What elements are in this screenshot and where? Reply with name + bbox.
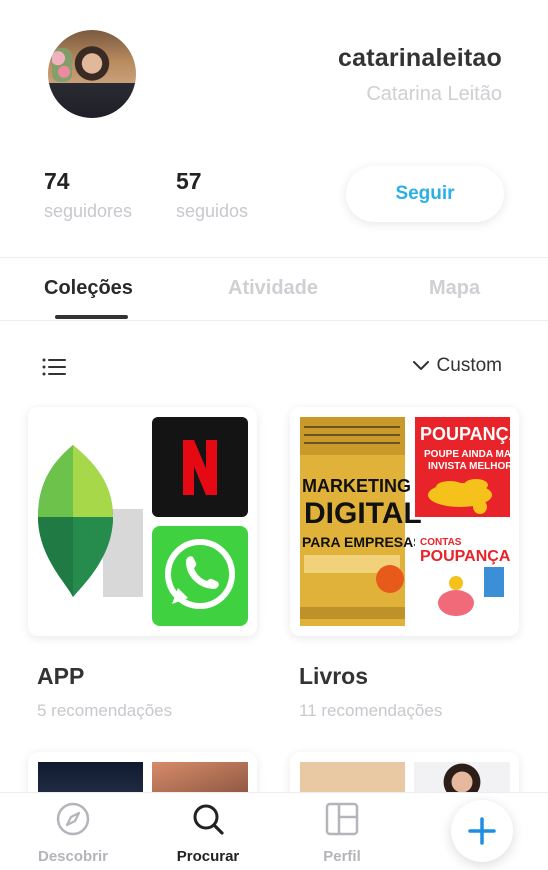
search-icon	[193, 804, 224, 835]
follow-button[interactable]: Seguir	[346, 166, 504, 222]
snapseed-icon	[28, 407, 146, 636]
nav-search-label: Procurar	[176, 848, 240, 865]
compass-icon	[56, 802, 90, 836]
layout-icon	[325, 802, 359, 836]
collection-count-app: 5 recomendações	[37, 701, 173, 720]
following-label: seguidos	[176, 201, 249, 221]
collection-title-books[interactable]: Livros	[299, 663, 368, 690]
following-stat[interactable]: 57 seguidos	[176, 168, 248, 222]
svg-text:CONTAS: CONTAS	[420, 537, 462, 548]
followers-stat[interactable]: 74 seguidores	[44, 168, 132, 222]
svg-text:POUPANÇA: POUPANÇA	[420, 424, 519, 444]
add-button[interactable]	[451, 800, 513, 862]
contas-poupanca-book-cover: CONTAS POUPANÇA	[415, 526, 511, 626]
app-thumbnails	[28, 407, 248, 636]
tab-map[interactable]: Mapa	[429, 277, 480, 300]
divider	[0, 320, 548, 321]
tab-bar: Coleções Atividade Mapa	[0, 259, 548, 321]
chevron-down-icon	[412, 361, 429, 370]
list-view-icon[interactable]	[42, 357, 66, 377]
svg-text:MARKETING: MARKETING	[302, 476, 411, 496]
whatsapp-icon	[152, 526, 248, 626]
nav-search[interactable]: Procurar	[153, 801, 263, 865]
followers-label: seguidores	[44, 201, 133, 221]
following-count: 57	[176, 168, 202, 194]
nav-profile[interactable]: Perfil	[287, 801, 397, 865]
active-tab-indicator	[55, 315, 128, 319]
svg-text:POUPANÇA: POUPANÇA	[420, 548, 511, 565]
full-name: Catarina Leitão	[366, 83, 502, 105]
svg-text:POUPE AINDA MAIS: POUPE AINDA MAIS	[424, 449, 519, 460]
tab-collections[interactable]: Coleções	[44, 277, 133, 300]
netflix-icon	[152, 417, 248, 517]
nav-discover[interactable]: Descobrir	[18, 801, 128, 865]
books-thumbnails: MARKETING DIGITAL PARA EMPRESAS POUPANÇA…	[300, 417, 519, 626]
poupanca-book-cover: POUPANÇA POUPE AINDA MAIS INVISTA MELHOR	[415, 417, 519, 517]
divider	[0, 257, 548, 258]
followers-count: 74	[44, 168, 70, 194]
nav-profile-label: Perfil	[323, 848, 361, 865]
profile-header: catarinaleitao Catarina Leitão 74 seguid…	[0, 0, 548, 258]
tab-activity[interactable]: Atividade	[228, 277, 318, 300]
sort-dropdown[interactable]: Custom	[412, 355, 502, 377]
svg-text:INVISTA MELHOR: INVISTA MELHOR	[428, 461, 513, 472]
username: catarinaleitao	[338, 44, 502, 72]
collection-title-app[interactable]: APP	[37, 663, 84, 690]
sort-label: Custom	[436, 355, 502, 376]
svg-text:PARA EMPRESAS: PARA EMPRESAS	[302, 534, 423, 550]
collection-count-books: 11 recomendações	[299, 701, 443, 720]
avatar[interactable]	[48, 30, 136, 118]
marketing-book-cover: MARKETING DIGITAL PARA EMPRESAS	[300, 417, 423, 626]
collection-card-books[interactable]: MARKETING DIGITAL PARA EMPRESAS POUPANÇA…	[290, 407, 519, 636]
svg-text:DIGITAL: DIGITAL	[304, 497, 422, 530]
collection-card-app[interactable]	[28, 407, 257, 636]
nav-discover-label: Descobrir	[37, 848, 109, 865]
plus-icon	[468, 817, 496, 845]
